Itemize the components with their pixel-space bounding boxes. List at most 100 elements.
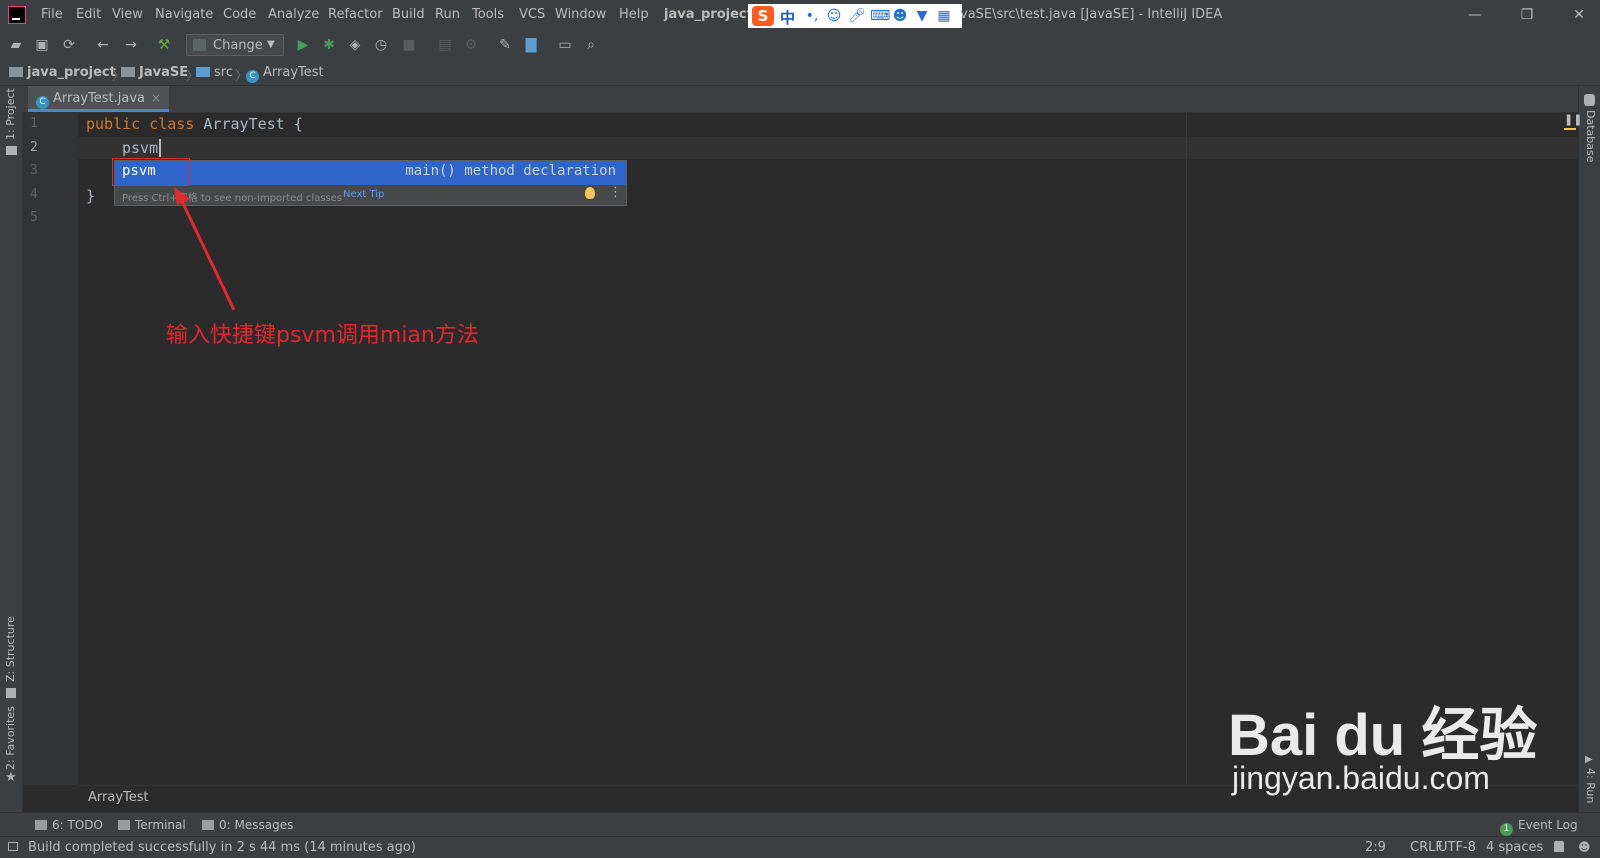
folder-icon xyxy=(9,67,23,77)
menu-navigate[interactable]: Navigate xyxy=(155,7,213,22)
inspector-icon[interactable]: ☻ xyxy=(1578,840,1591,854)
coverage-icon[interactable]: ◈ xyxy=(346,36,364,54)
menu-run[interactable]: Run xyxy=(435,7,460,22)
restore-button[interactable]: ❐ xyxy=(1518,6,1536,24)
bottom-tool-bar: 6: TODO Terminal 0: Messages 1 Event Log xyxy=(0,812,1600,837)
indent-setting[interactable]: 4 spaces xyxy=(1486,840,1543,855)
search-icon[interactable]: ⌕ xyxy=(582,36,600,54)
more-options-icon[interactable]: ⋮ xyxy=(609,185,622,200)
toggle-tool-windows-icon[interactable] xyxy=(8,842,18,851)
menu-build[interactable]: Build xyxy=(392,7,425,22)
forward-icon[interactable]: → xyxy=(122,36,140,54)
menu-help[interactable]: Help xyxy=(619,7,649,22)
run-icon[interactable]: ▶ xyxy=(294,36,312,54)
menu-view[interactable]: View xyxy=(112,7,143,22)
menu-window[interactable]: Window xyxy=(555,7,606,22)
menu-vcs[interactable]: VCS xyxy=(519,7,545,22)
keyboard-icon[interactable]: ⌨ xyxy=(870,8,890,24)
left-tool-strip: 1: Project Z: Structure 2: Favorites ★ xyxy=(0,86,23,812)
tab-close-icon[interactable]: × xyxy=(151,91,161,105)
messages-tool-button[interactable]: 0: Messages xyxy=(202,818,293,832)
lightbulb-icon[interactable] xyxy=(585,187,595,199)
main-toolbar: ▰ ▣ ⟳ ← → ⚒ Change ▼ ▶ ✱ ◈ ◷ ■ ▤ ⚙ ✎ ▇ ▭… xyxy=(0,30,1600,61)
microphone-icon[interactable]: 🎤︎ xyxy=(848,8,866,24)
stop-icon[interactable]: ■ xyxy=(400,36,418,54)
terminal-window-icon[interactable]: ▭ xyxy=(556,36,574,54)
list-icon xyxy=(35,820,47,830)
breadcrumb-module[interactable]: JavaSE xyxy=(121,65,188,80)
database-tool-button[interactable]: Database xyxy=(1584,110,1597,163)
sogou-logo-icon[interactable]: S xyxy=(752,6,774,26)
next-tip-link[interactable]: Next Tip xyxy=(343,189,384,200)
annotation-highlight-box xyxy=(112,158,190,186)
ime-toolbar[interactable]: S 中 •, ☺ 🎤︎ ⌨ ☻ ▼ ▦ xyxy=(748,4,962,28)
breadcrumb-src[interactable]: src xyxy=(196,65,233,80)
profile-icon[interactable]: ◷ xyxy=(372,36,390,54)
apps-grid-icon[interactable]: ▦ xyxy=(936,8,952,24)
save-icon[interactable]: ▣ xyxy=(33,36,51,54)
annotation-arrow xyxy=(174,187,236,311)
breadcrumb-class[interactable]: C ArrayTest xyxy=(246,65,324,83)
class-icon: C xyxy=(246,70,259,83)
ime-punctuation-icon[interactable]: •, xyxy=(804,8,820,24)
caret-position[interactable]: 2:9 xyxy=(1365,840,1386,855)
lock-icon[interactable] xyxy=(1554,841,1564,852)
line-number: 2 xyxy=(30,140,38,155)
editor-breadcrumb-class[interactable]: ArrayTest xyxy=(88,790,149,805)
completion-item-psvm[interactable]: psvm main() method declaration xyxy=(115,161,626,185)
todo-tool-button[interactable]: 6: TODO xyxy=(35,818,103,832)
annotation-text: 输入快捷键psvm调用mian方法 xyxy=(166,323,479,348)
settings-wrench-icon[interactable]: ✎ xyxy=(496,36,514,54)
terminal-icon xyxy=(118,820,130,830)
menu-tools[interactable]: Tools xyxy=(472,7,504,22)
tab-arraytest-java[interactable]: C ArrayTest.java × xyxy=(28,86,170,112)
run-tool-button[interactable]: 4: Run xyxy=(1584,768,1597,803)
attach-icon[interactable]: ▤ xyxy=(436,36,454,54)
close-button[interactable]: ✕ xyxy=(1570,6,1588,24)
code-line-4: } xyxy=(86,187,96,205)
chevron-down-icon: ▼ xyxy=(267,39,275,50)
menu-analyze[interactable]: Analyze xyxy=(268,7,319,22)
emoji-icon[interactable]: ☺ xyxy=(826,8,842,24)
right-tool-strip: Database ▶ 4: Run xyxy=(1578,86,1600,812)
user-icon[interactable]: ☻ xyxy=(892,8,908,24)
line-number: 5 xyxy=(30,210,38,225)
file-encoding[interactable]: UTF-8 xyxy=(1438,840,1476,855)
debug-icon[interactable]: ✱ xyxy=(320,36,338,54)
star-icon: ★ xyxy=(5,770,17,785)
menu-refactor[interactable]: Refactor xyxy=(328,7,383,22)
structure-tool-button[interactable]: Z: Structure xyxy=(4,616,17,682)
vcs-icon[interactable]: ⚙ xyxy=(462,36,480,54)
terminal-tool-button[interactable]: Terminal xyxy=(118,818,186,832)
structure-icon xyxy=(6,688,16,698)
project-tool-button[interactable]: 1: Project xyxy=(4,88,17,140)
ime-language-mode[interactable]: 中 xyxy=(780,7,795,28)
warning-stripe-marker[interactable] xyxy=(1564,128,1576,130)
skin-icon[interactable]: ▼ xyxy=(914,8,930,24)
text-caret xyxy=(159,139,161,157)
menu-code[interactable]: Code xyxy=(223,7,256,22)
code-editor[interactable] xyxy=(78,113,1578,785)
pause-inspection-icon[interactable]: ❚❚ xyxy=(1564,113,1582,126)
title-bar: File Edit View Navigate Code Analyze Ref… xyxy=(0,0,1600,30)
line-number: 1 xyxy=(30,116,38,131)
run-configuration-select[interactable]: Change ▼ xyxy=(186,34,284,56)
build-hammer-icon[interactable]: ⚒ xyxy=(155,36,173,54)
project-structure-icon[interactable]: ▇ xyxy=(522,36,540,54)
minimize-button[interactable]: — xyxy=(1466,6,1484,24)
sync-icon[interactable]: ⟳ xyxy=(60,36,78,54)
breadcrumb-project[interactable]: java_project xyxy=(9,65,116,80)
menu-file[interactable]: File xyxy=(41,7,63,22)
code-line-2: psvm xyxy=(122,139,159,157)
right-margin-guide xyxy=(1186,113,1187,785)
favorites-tool-button[interactable]: 2: Favorites xyxy=(4,706,17,770)
completion-item-description: main() method declaration xyxy=(405,163,616,179)
back-icon[interactable]: ← xyxy=(94,36,112,54)
event-log-button[interactable]: 1 Event Log xyxy=(1500,818,1578,836)
status-message: Build completed successfully in 2 s 44 m… xyxy=(28,840,416,855)
watermark-url: jingyan.baidu.com xyxy=(1232,760,1490,796)
messages-icon xyxy=(202,820,214,830)
open-folder-icon[interactable]: ▰ xyxy=(7,36,25,54)
current-line-highlight xyxy=(78,137,1578,159)
menu-edit[interactable]: Edit xyxy=(76,7,101,22)
